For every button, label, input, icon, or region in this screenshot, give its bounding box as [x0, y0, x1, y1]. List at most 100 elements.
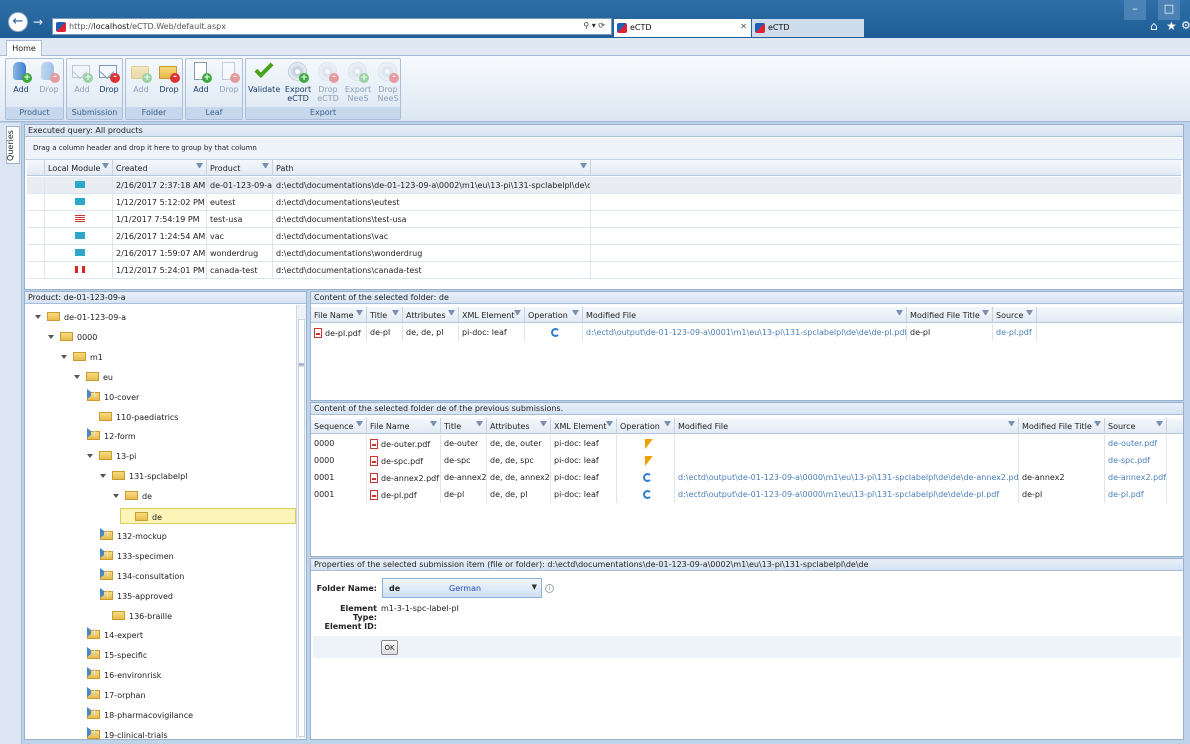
- tree-node[interactable]: de: [120, 508, 296, 524]
- table-row[interactable]: 0000 de-outer.pdf de-outer de, de, outer pi-…: [311, 435, 1183, 452]
- table-row[interactable]: de-pl.pdf de-pl de, de, pl pi-doc: leaf d:\e…: [311, 324, 1183, 341]
- collapsed-arrow-icon[interactable]: [87, 647, 95, 658]
- info-icon[interactable]: i: [545, 584, 554, 593]
- table-row[interactable]: 2/16/2017 1:24:54 AM vac d:\ectd\documenta…: [27, 228, 1181, 245]
- tree-node[interactable]: 110-paediatrics: [85, 409, 182, 425]
- column-header[interactable]: XML Element: [551, 418, 617, 434]
- column-header[interactable]: Operation: [617, 418, 675, 434]
- settings-gear-icon[interactable]: ⚙: [1181, 19, 1190, 32]
- column-header[interactable]: Title: [367, 307, 403, 323]
- add-product-button[interactable]: + Add: [7, 61, 35, 94]
- collapsed-arrow-icon[interactable]: [87, 428, 95, 439]
- column-header[interactable]: Source: [1105, 418, 1167, 434]
- favorites-star-icon[interactable]: ★: [1166, 19, 1177, 33]
- column-header[interactable]: Product: [207, 160, 273, 176]
- column-header[interactable]: File Name: [311, 307, 367, 323]
- add-leaf-button[interactable]: + Add: [187, 61, 215, 94]
- tree-node[interactable]: m1: [59, 349, 107, 365]
- drop-submission-button[interactable]: - Drop: [95, 61, 123, 94]
- tree-node[interactable]: 135-approved: [98, 587, 177, 604]
- tree-node[interactable]: eu: [72, 369, 117, 385]
- column-header[interactable]: Modified File Title: [1019, 418, 1105, 434]
- column-header[interactable]: Path: [273, 160, 591, 176]
- column-header[interactable]: Modified File Title: [907, 307, 993, 323]
- splitter-grip-icon[interactable]: ≡: [298, 360, 305, 372]
- column-header[interactable]: Title: [441, 418, 487, 434]
- table-row[interactable]: 0001 de-annex2.pdf de-annex2 de, de, annex2…: [311, 469, 1183, 486]
- column-header[interactable]: Attributes: [487, 418, 551, 434]
- drop-product-button[interactable]: - Drop: [35, 61, 63, 94]
- browser-tab-inactive[interactable]: eCTD: [752, 19, 864, 37]
- collapsed-arrow-icon[interactable]: [100, 527, 108, 538]
- expanded-arrow-icon[interactable]: [35, 315, 41, 319]
- add-submission-button[interactable]: + Add: [68, 61, 96, 94]
- back-icon[interactable]: ←: [8, 12, 28, 32]
- column-header[interactable]: Modified File: [675, 418, 1019, 434]
- tree-node[interactable]: 131-spclabelpl: [98, 468, 191, 484]
- expanded-arrow-icon[interactable]: [87, 454, 93, 459]
- tree-node[interactable]: 13-pi: [85, 448, 140, 464]
- collapsed-arrow-icon[interactable]: [87, 687, 95, 698]
- column-header[interactable]: Created: [113, 160, 207, 176]
- column-header[interactable]: Local Module: [45, 160, 113, 176]
- tree-node[interactable]: 17-orphan: [85, 687, 150, 703]
- tree-node[interactable]: 0000: [46, 329, 101, 345]
- collapsed-arrow-icon[interactable]: [100, 567, 108, 578]
- tree-node[interactable]: 14-expert: [85, 627, 147, 643]
- home-icon[interactable]: ⌂: [1150, 19, 1158, 33]
- collapsed-arrow-icon[interactable]: [100, 547, 108, 558]
- tree-node[interactable]: de: [111, 488, 156, 504]
- export-nees-button[interactable]: + Export NeeS: [343, 61, 373, 103]
- collapsed-arrow-icon[interactable]: [87, 627, 95, 638]
- scrollbar-thumb[interactable]: [298, 319, 305, 737]
- forward-icon[interactable]: →: [33, 15, 43, 29]
- tree-node[interactable]: 15-specific: [85, 647, 151, 663]
- queries-tab[interactable]: Queries: [6, 126, 20, 164]
- close-tab-icon[interactable]: ✕: [740, 22, 747, 31]
- collapsed-arrow-icon[interactable]: [87, 707, 95, 717]
- collapsed-arrow-icon[interactable]: [100, 587, 108, 598]
- tree-node[interactable]: 136-braille: [98, 608, 176, 624]
- column-header[interactable]: File Name: [367, 418, 441, 434]
- collapsed-arrow-icon[interactable]: [87, 726, 95, 737]
- tree-node[interactable]: 19-clinical-trials: [85, 726, 172, 743]
- folder-name-select[interactable]: de German ▼: [382, 578, 542, 598]
- export-ectd-button[interactable]: + Export eCTD: [283, 61, 313, 103]
- tree-node[interactable]: 18-pharmacovigilance: [85, 707, 197, 723]
- tree-node[interactable]: de-01-123-09-a: [33, 309, 130, 325]
- search-refresh-icon[interactable]: ⚲ ▾ ⟳: [583, 21, 605, 30]
- maximize-button[interactable]: □: [1158, 0, 1180, 20]
- column-header[interactable]: XML Element: [459, 307, 525, 323]
- add-folder-button[interactable]: + Add: [127, 61, 155, 94]
- browser-tab-active[interactable]: eCTD ✕: [614, 19, 751, 37]
- column-header[interactable]: Modified File: [583, 307, 907, 323]
- tree-node[interactable]: 12-form: [85, 428, 140, 444]
- table-row[interactable]: 2/16/2017 2:37:18 AM de-01-123-09-a d:\ect…: [27, 177, 1181, 194]
- tree-node[interactable]: 133-specimen: [98, 547, 178, 564]
- drop-leaf-button[interactable]: - Drop: [215, 61, 243, 94]
- drop-nees-button[interactable]: - Drop NeeS: [373, 61, 403, 103]
- ok-button[interactable]: OK: [381, 640, 398, 655]
- drop-folder-button[interactable]: - Drop: [155, 61, 183, 94]
- column-header[interactable]: Sequence: [311, 418, 367, 434]
- table-row[interactable]: 1/1/2017 7:54:19 PM test-usa d:\ectd\docum…: [27, 211, 1181, 228]
- collapsed-arrow-icon[interactable]: [87, 388, 95, 399]
- tree-node[interactable]: 132-mockup: [98, 527, 171, 544]
- expanded-arrow-icon[interactable]: [113, 494, 119, 499]
- expanded-arrow-icon[interactable]: [61, 354, 67, 359]
- expanded-arrow-icon[interactable]: [100, 474, 106, 479]
- table-row[interactable]: 0000 de-spc.pdf de-spc de, de, spc pi-doc: l…: [311, 452, 1183, 469]
- table-row[interactable]: 0001 de-pl.pdf de-pl de, de, pl pi-doc: leaf…: [311, 486, 1183, 503]
- table-row[interactable]: 2/16/2017 1:59:07 AM wonderdrug d:\ectd\do…: [27, 245, 1181, 262]
- tab-home[interactable]: Home: [6, 40, 42, 57]
- drop-ectd-button[interactable]: - Drop eCTD: [313, 61, 343, 103]
- table-row[interactable]: 1/12/2017 5:24:01 PM canada-test d:\ectd\d…: [27, 262, 1181, 279]
- table-row[interactable]: 1/12/2017 5:12:02 PM eutest d:\ectd\docume…: [27, 194, 1181, 211]
- column-header[interactable]: Operation: [525, 307, 583, 323]
- tree-node[interactable]: 134-consultation: [98, 567, 188, 584]
- column-header[interactable]: Attributes: [403, 307, 459, 323]
- column-header[interactable]: Source: [993, 307, 1037, 323]
- collapsed-arrow-icon[interactable]: [87, 667, 95, 678]
- address-bar[interactable]: http://localhost/eCTD.Web/default.aspx ⚲…: [52, 18, 612, 35]
- minimize-button[interactable]: –: [1124, 0, 1146, 20]
